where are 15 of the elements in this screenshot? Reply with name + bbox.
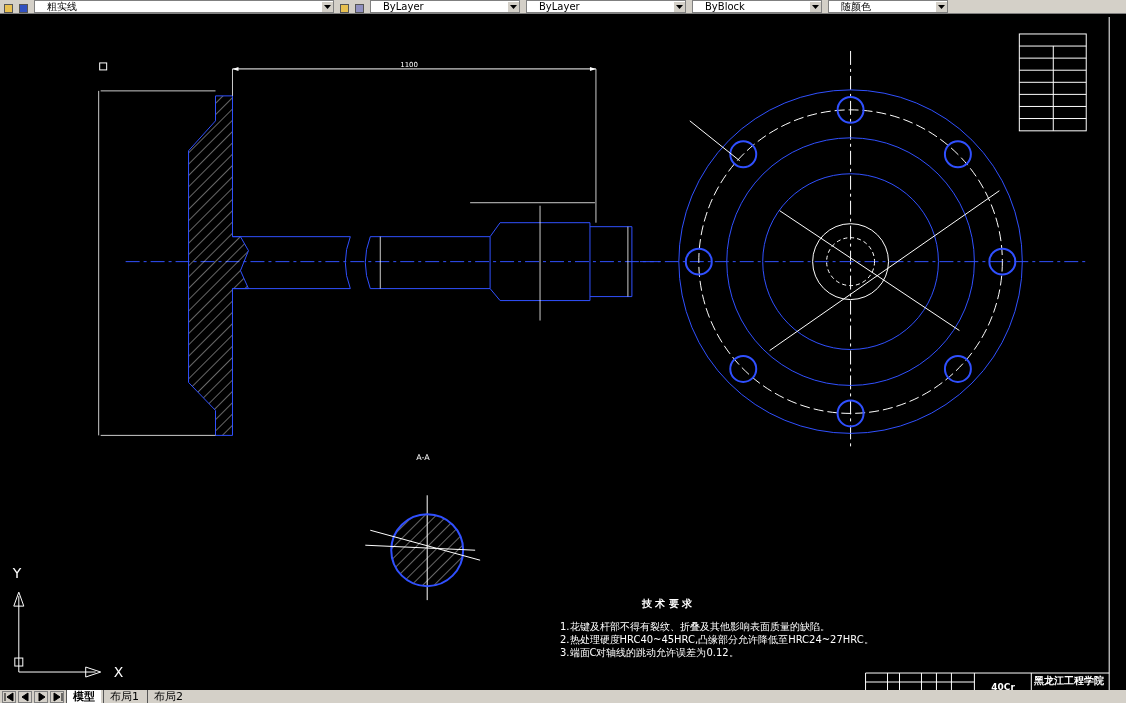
layout-tab[interactable]: 模型 (66, 690, 101, 703)
axis-label: X (113, 664, 124, 680)
dropdown[interactable]: 粗实线 (34, 0, 334, 13)
axis-label: Y (12, 565, 22, 582)
dropdown[interactable]: ByLayer (370, 0, 520, 13)
requirement-text: 3.端面C对轴线的跳动允许误差为0.12。 (560, 647, 739, 659)
requirement-text: 1.花键及杆部不得有裂纹、折叠及其他影响表面质量的缺陷。 (560, 621, 830, 633)
dropdown[interactable]: ByLayer (526, 0, 686, 13)
dropdown[interactable]: 随颜色 (828, 0, 948, 13)
requirements-title: 技 术 要 求 (641, 598, 693, 610)
school-name: 黑龙江工程学院 (1034, 675, 1105, 686)
requirement-text: 2.热处理硬度HRC40~45HRC,凸缘部分允许降低至HRC24~27HRC。 (560, 634, 874, 646)
material-text: 40Cr (991, 682, 1015, 690)
dropdown[interactable]: ByBlock (692, 0, 822, 13)
section-label: A-A (416, 453, 430, 463)
